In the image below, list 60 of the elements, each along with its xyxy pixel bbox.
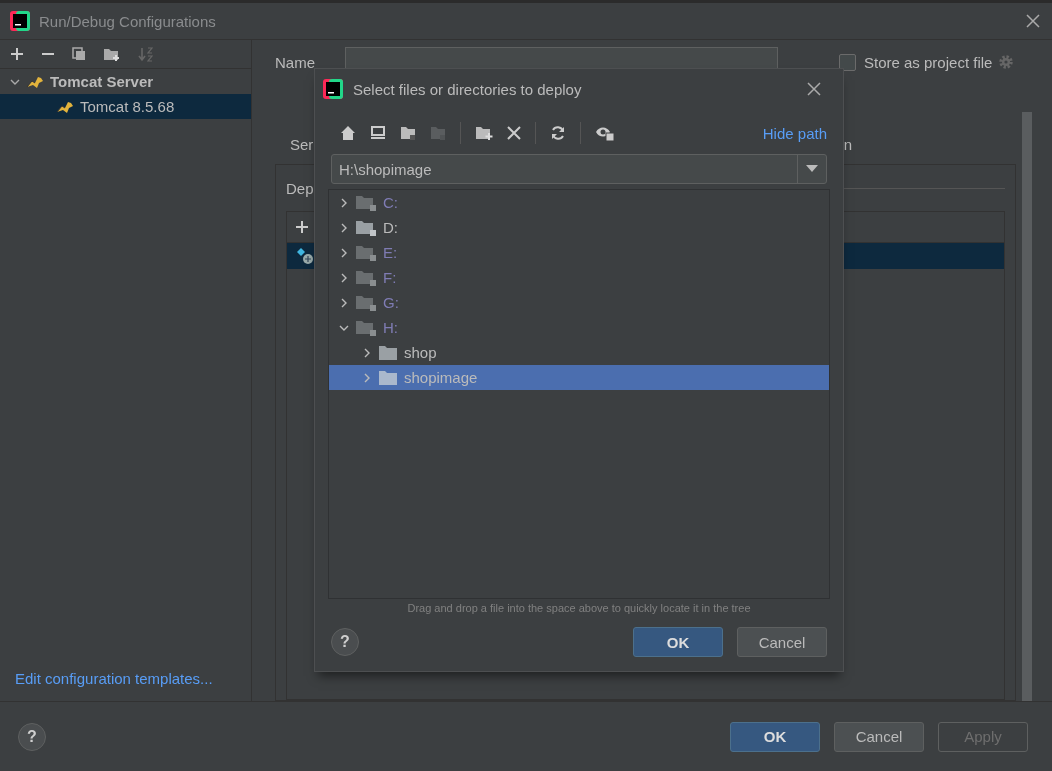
folder-icon <box>379 344 397 361</box>
locked-folder-icon <box>356 218 376 237</box>
scrollbar[interactable] <box>1022 112 1032 701</box>
app-logo-icon <box>323 79 343 99</box>
dialog-button[interactable]: Cancel <box>737 627 827 657</box>
name-label: Name <box>275 53 316 71</box>
new-folder-icon[interactable] <box>103 47 121 61</box>
help-button[interactable]: ? <box>331 628 359 656</box>
tree-item[interactable]: H: <box>329 315 829 340</box>
window-title: Run/Debug Configurations <box>39 12 216 30</box>
dialog-title: Select files or directories to deploy <box>353 80 582 98</box>
tab-label[interactable]: Ser <box>290 136 314 153</box>
edit-templates-link[interactable]: Edit configuration templates... <box>0 670 251 701</box>
locked-folder-icon <box>356 318 376 337</box>
tree-item[interactable]: shopimage <box>329 365 829 390</box>
add-icon[interactable] <box>10 47 24 61</box>
add-icon[interactable] <box>295 220 309 234</box>
chevron-icon[interactable] <box>339 297 349 308</box>
artifact-icon <box>296 247 314 265</box>
app-logo-icon <box>10 11 30 31</box>
hide-path-link[interactable]: Hide path <box>762 124 827 142</box>
dialog-button[interactable]: OK <box>633 627 723 657</box>
dialog-button[interactable]: Cancel <box>834 721 924 752</box>
locked-folder-icon <box>356 243 376 262</box>
tree-item[interactable]: F: <box>329 265 829 290</box>
desktop-icon[interactable] <box>370 125 386 141</box>
store-as-project-file-label: Store as project file <box>864 53 993 71</box>
path-combo-box[interactable]: H:\shopimage <box>331 154 827 184</box>
tree-item[interactable]: E: <box>329 240 829 265</box>
tree-item[interactable]: D: <box>329 215 829 240</box>
close-icon[interactable] <box>807 82 821 96</box>
hint-text: Drag and drop a file into the space above to quickly locate it in the tree <box>406 602 752 614</box>
tab-label[interactable]: n <box>843 136 852 153</box>
deployment-label: Dep <box>286 179 314 197</box>
chevron-icon[interactable] <box>362 347 372 358</box>
chevron-icon[interactable] <box>362 372 372 383</box>
help-button[interactable]: ? <box>18 722 46 751</box>
chevron-icon[interactable] <box>339 222 349 233</box>
chevron-icon[interactable] <box>339 197 349 208</box>
dialog-button[interactable]: OK <box>730 721 820 752</box>
refresh-icon[interactable] <box>550 125 566 141</box>
folder-icon[interactable] <box>400 125 416 141</box>
tree-item[interactable]: Tomcat 8.5.68 <box>0 94 251 119</box>
locked-folder-icon <box>356 193 376 212</box>
new-folder-icon[interactable] <box>475 125 493 141</box>
locked-folder-icon <box>356 293 376 312</box>
tree-item[interactable]: shop <box>329 340 829 365</box>
locked-folder-icon <box>356 268 376 287</box>
folder-icon <box>379 369 397 386</box>
chevron-icon[interactable] <box>339 272 349 283</box>
tree-item[interactable]: G: <box>329 290 829 315</box>
home-icon[interactable] <box>340 125 356 141</box>
copy-icon[interactable] <box>72 47 86 61</box>
close-icon[interactable] <box>1026 14 1040 28</box>
dropdown-arrow-icon[interactable] <box>806 165 818 173</box>
chevron-icon[interactable] <box>339 247 349 258</box>
tree-item[interactable]: Tomcat Server <box>0 69 251 94</box>
tree-item[interactable]: C: <box>329 190 829 215</box>
checkbox[interactable] <box>839 53 856 71</box>
delete-icon[interactable] <box>507 126 521 140</box>
